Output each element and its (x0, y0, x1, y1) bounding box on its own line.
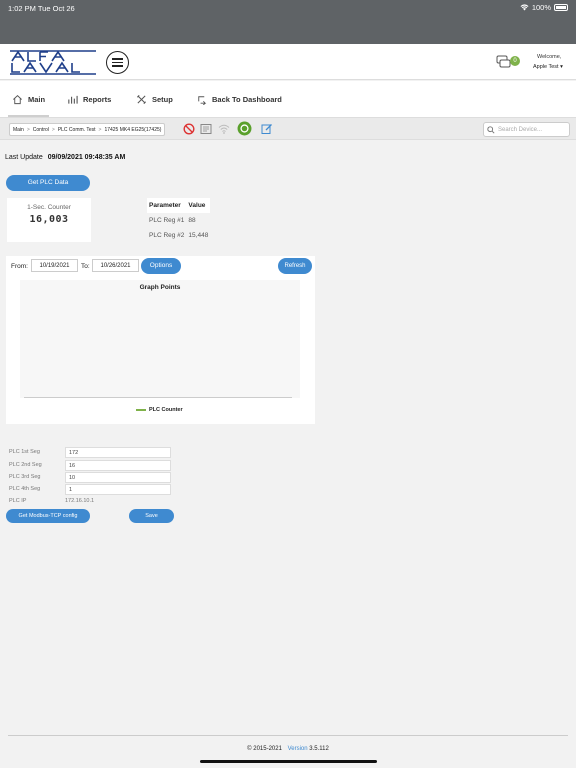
counter-label: 1-Sec. Counter (27, 204, 71, 211)
graph-legend[interactable]: PLC Counter (136, 407, 183, 413)
graph-x-axis (24, 397, 292, 398)
legend-swatch (136, 409, 146, 411)
to-label: To: (81, 263, 90, 270)
status-time: 1:02 PM Tue Oct 26 (8, 4, 75, 13)
seg3-input[interactable]: 10 (65, 472, 171, 483)
tab-reports[interactable]: Reports (67, 81, 111, 117)
device-icon[interactable] (200, 123, 212, 135)
counter-value: 16,003 (29, 214, 69, 225)
form-row: PLC 1st Seg 172 (6, 447, 172, 459)
get-plc-data-button[interactable]: Get PLC Data (6, 175, 90, 191)
register-table: Parameter Value PLC Reg #1 88 PLC Reg #2… (147, 198, 211, 243)
battery-icon (554, 4, 568, 11)
form-row: PLC 3rd Seg 10 (6, 472, 172, 484)
version-link[interactable]: Version (288, 746, 308, 752)
tab-setup[interactable]: Setup (136, 81, 173, 117)
register-param: PLC Reg #2 (149, 232, 185, 239)
seg4-input[interactable]: 1 (65, 484, 171, 495)
user-menu[interactable]: Apple Test ▾ (533, 64, 563, 70)
bar-chart-icon (68, 95, 78, 104)
caret-down-icon: ▾ (560, 64, 563, 70)
wifi-icon (520, 4, 529, 11)
footer: © 2015-2021 Version 3.5.112 (0, 746, 576, 752)
main-nav: Main Reports Setup Back To Dashboard (0, 81, 576, 117)
back-arrow-icon (198, 95, 207, 105)
legend-label: PLC Counter (149, 407, 183, 413)
graph-panel: Graph Points (20, 280, 300, 398)
tab-main[interactable]: Main (7, 81, 50, 117)
last-update: Last Update 09/09/2021 09:48:35 AM (5, 154, 125, 161)
version-number: 3.5.112 (309, 746, 329, 752)
tab-back-to-dashboard[interactable]: Back To Dashboard (196, 81, 282, 117)
column-header: Parameter (147, 198, 187, 213)
table-row: PLC Reg #2 15,448 (147, 228, 210, 243)
from-label: From: (11, 263, 28, 270)
graph-title: Graph Points (139, 284, 181, 291)
seg1-input[interactable]: 172 (65, 447, 171, 458)
graph-card: From: 10/19/2021 To: 10/26/2021 Options … (6, 256, 315, 424)
wifi-signal-icon[interactable] (218, 123, 230, 135)
breadcrumb: Main > Control > PLC Comm. Test > 17425 MK4… (9, 123, 166, 136)
welcome-label: Welcome, (537, 54, 562, 60)
menu-button[interactable] (106, 51, 129, 74)
home-indicator[interactable] (200, 760, 377, 763)
plc-ip-value: 172.16.10.1 (65, 498, 95, 504)
from-date-input[interactable]: 10/19/2021 (31, 259, 78, 272)
last-update-label: Last Update (5, 154, 43, 161)
seg1-label: PLC 1st Seg (9, 449, 40, 455)
seg3-label: PLC 3rd Seg (9, 474, 41, 480)
seg2-label: PLC 2nd Seg (9, 462, 42, 468)
last-update-value: 09/09/2021 09:48:35 AM (47, 154, 126, 161)
home-icon (13, 94, 22, 104)
form-row: PLC 4th Seg 1 (6, 484, 172, 496)
column-header: Value (186, 198, 211, 213)
battery-percent: 100% (531, 3, 551, 12)
counter-card: 1-Sec. Counter 16,003 (7, 198, 91, 242)
form-row: PLC IP 172.16.10.1 (6, 496, 172, 508)
breadcrumb-item[interactable]: Main (13, 127, 24, 133)
footer-divider (8, 735, 568, 736)
breadcrumb-item[interactable]: Control (33, 127, 49, 133)
app-header: 0 Welcome, Apple Test ▾ (0, 44, 576, 80)
seg2-input[interactable]: 16 (65, 460, 171, 471)
notifications-button[interactable]: 0 (496, 55, 522, 71)
blocked-icon[interactable] (183, 123, 195, 135)
options-button[interactable]: Options (141, 258, 181, 274)
search-placeholder: Search Device... (498, 126, 543, 133)
refresh-button[interactable]: Refresh (278, 258, 312, 274)
copyright: © 2015-2021 (247, 746, 282, 752)
online-status-icon[interactable] (237, 121, 252, 136)
breadcrumb-bar: Main > Control > PLC Comm. Test > 17425 MK4… (0, 117, 576, 140)
save-button[interactable]: Save (129, 509, 174, 523)
breadcrumb-item[interactable]: 17425 MK4 EG25(17425) (104, 127, 161, 133)
get-modbus-config-button[interactable]: Get Modbus-TCP config (6, 509, 90, 523)
register-value: 88 (188, 217, 196, 224)
tools-icon (137, 94, 146, 104)
ios-status-bar: 1:02 PM Tue Oct 26 100% (0, 0, 576, 44)
form-row: PLC 2nd Seg 16 (6, 460, 172, 472)
edit-icon[interactable] (261, 123, 273, 135)
alfa-laval-logo (10, 50, 96, 75)
search-icon (487, 126, 495, 134)
search-input[interactable]: Search Device... (483, 122, 570, 137)
table-row: PLC Reg #1 88 (147, 213, 210, 228)
register-param: PLC Reg #1 (149, 217, 185, 224)
register-value: 15,448 (188, 232, 209, 239)
breadcrumb-item[interactable]: PLC Comm. Test (58, 127, 96, 133)
to-date-input[interactable]: 10/26/2021 (92, 259, 139, 272)
notification-badge: 0 (510, 56, 520, 66)
seg4-label: PLC 4th Seg (9, 486, 41, 492)
table-header-row: Parameter Value (147, 198, 211, 213)
plc-ip-label: PLC IP (9, 498, 27, 504)
